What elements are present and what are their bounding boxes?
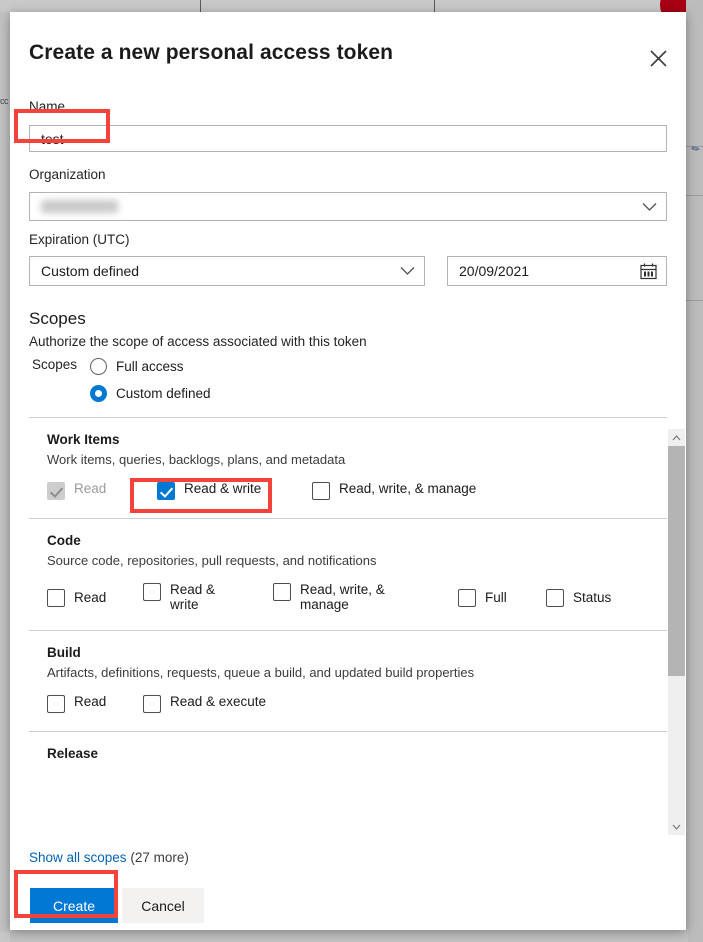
chevron-down-icon xyxy=(642,202,657,211)
organization-select[interactable] xyxy=(29,192,667,221)
checkbox-icon[interactable] xyxy=(546,588,564,607)
scope-option-label: Read & execute xyxy=(170,694,267,709)
expiration-preset-select[interactable]: Custom defined xyxy=(29,256,425,286)
checkbox-icon[interactable] xyxy=(47,695,65,713)
background-right-divider xyxy=(686,300,703,301)
scope-group-code: Code Source code, repositories, pull req… xyxy=(29,519,667,631)
scope-option-read-execute[interactable]: Read & execute xyxy=(143,694,266,713)
checkbox-icon[interactable] xyxy=(458,588,476,607)
scope-radio-label: Full access xyxy=(116,359,184,374)
scope-option-status[interactable]: Status xyxy=(546,588,611,607)
organization-label: Organization xyxy=(29,167,106,182)
screen: cc ✎ Create a new personal access token … xyxy=(0,0,703,942)
scope-option-read-write[interactable]: Read & write xyxy=(143,582,273,612)
scope-option-label: Read & write xyxy=(170,582,216,612)
scope-group-title: Build xyxy=(47,645,81,660)
scopes-radio-group-label: Scopes xyxy=(32,357,78,372)
expiration-date-input[interactable]: 20/09/2021 xyxy=(447,256,667,286)
scope-group-options: Read Read & write Read, write, & manage … xyxy=(47,582,667,612)
background-right-divider xyxy=(686,195,703,196)
calendar-icon[interactable] xyxy=(640,263,657,280)
create-pat-dialog: Create a new personal access token Name … xyxy=(10,12,686,930)
scope-group-title: Release xyxy=(47,746,99,761)
checkbox-icon xyxy=(47,482,65,500)
expiration-date-value: 20/09/2021 xyxy=(459,263,530,279)
scope-radio-full-access[interactable]: Full access xyxy=(90,358,184,375)
scope-option-read: Read xyxy=(47,481,157,500)
show-all-scopes: Show all scopes (27 more) xyxy=(29,850,189,865)
scope-option-full[interactable]: Full xyxy=(458,588,546,607)
show-all-scopes-link[interactable]: Show all scopes xyxy=(29,850,127,865)
scope-option-read-write[interactable]: Read & write xyxy=(157,481,312,500)
scope-option-label: Read xyxy=(74,481,107,496)
scope-group-work-items: Work Items Work items, queries, backlogs… xyxy=(29,418,667,519)
expiration-preset-value: Custom defined xyxy=(41,263,140,279)
scopes-heading: Scopes xyxy=(29,309,86,328)
scope-option-read[interactable]: Read xyxy=(47,694,143,713)
background-left-rail xyxy=(0,12,10,932)
scope-option-label: Read, write, & manage xyxy=(300,582,385,612)
checkbox-icon[interactable] xyxy=(47,588,65,607)
chevron-down-icon[interactable] xyxy=(668,818,685,835)
cancel-button[interactable]: Cancel xyxy=(122,888,204,923)
scope-group-title: Code xyxy=(47,533,81,548)
organization-value-redacted xyxy=(41,200,118,213)
background-left-text: cc xyxy=(0,96,9,106)
scope-option-label: Status xyxy=(573,589,612,605)
scope-radio-custom-defined[interactable]: Custom defined xyxy=(90,385,211,402)
show-all-scopes-count: (27 more) xyxy=(130,850,189,865)
scopes-description: Authorize the scope of access associated… xyxy=(29,334,367,349)
chevron-down-icon xyxy=(400,267,415,276)
scope-group-title: Work Items xyxy=(47,432,120,447)
name-input-value: test xyxy=(41,130,64,147)
scopes-scrollbar-thumb[interactable] xyxy=(668,446,685,676)
scopes-list[interactable]: Work Items Work items, queries, backlogs… xyxy=(29,417,667,835)
scope-option-read[interactable]: Read xyxy=(47,588,143,607)
name-label: Name xyxy=(29,99,66,114)
scope-group-options: Read Read & write Read, write, & manage xyxy=(47,481,667,500)
scope-option-label: Read xyxy=(74,694,107,709)
scope-group-description: Work items, queries, backlogs, plans, an… xyxy=(47,452,346,467)
scope-group-description: Artifacts, definitions, requests, queue … xyxy=(47,665,475,680)
background-bottom-strip xyxy=(10,930,688,942)
name-input[interactable]: test xyxy=(29,125,667,152)
scope-radio-label: Custom defined xyxy=(116,386,211,401)
close-icon[interactable] xyxy=(642,42,674,74)
scope-group-release: Release xyxy=(29,732,667,779)
scope-group-build: Build Artifacts, definitions, requests, … xyxy=(29,631,667,732)
scope-option-label: Full xyxy=(485,589,507,605)
radio-circle-icon[interactable] xyxy=(90,385,107,402)
scope-group-description: Source code, repositories, pull requests… xyxy=(47,553,377,568)
create-button[interactable]: Create xyxy=(30,888,118,923)
checkbox-icon[interactable] xyxy=(273,583,291,601)
scope-option-read-write-manage[interactable]: Read, write, & manage xyxy=(312,481,476,500)
chevron-up-icon[interactable] xyxy=(668,429,685,446)
scope-option-label: Read xyxy=(74,589,107,605)
checkbox-icon[interactable] xyxy=(157,482,175,500)
background-right-rail xyxy=(686,0,703,942)
checkbox-icon[interactable] xyxy=(143,695,161,713)
radio-circle-icon[interactable] xyxy=(90,358,107,375)
dialog-title: Create a new personal access token xyxy=(29,41,394,64)
expiration-label: Expiration (UTC) xyxy=(29,232,130,247)
scope-option-read-write-manage[interactable]: Read, write, & manage xyxy=(273,582,458,612)
scope-group-options: Read Read & execute xyxy=(47,694,667,713)
checkbox-icon[interactable] xyxy=(143,583,161,601)
checkbox-icon[interactable] xyxy=(312,482,330,500)
scope-option-label: Read & write xyxy=(184,481,262,496)
scope-option-label: Read, write, & manage xyxy=(339,481,477,496)
